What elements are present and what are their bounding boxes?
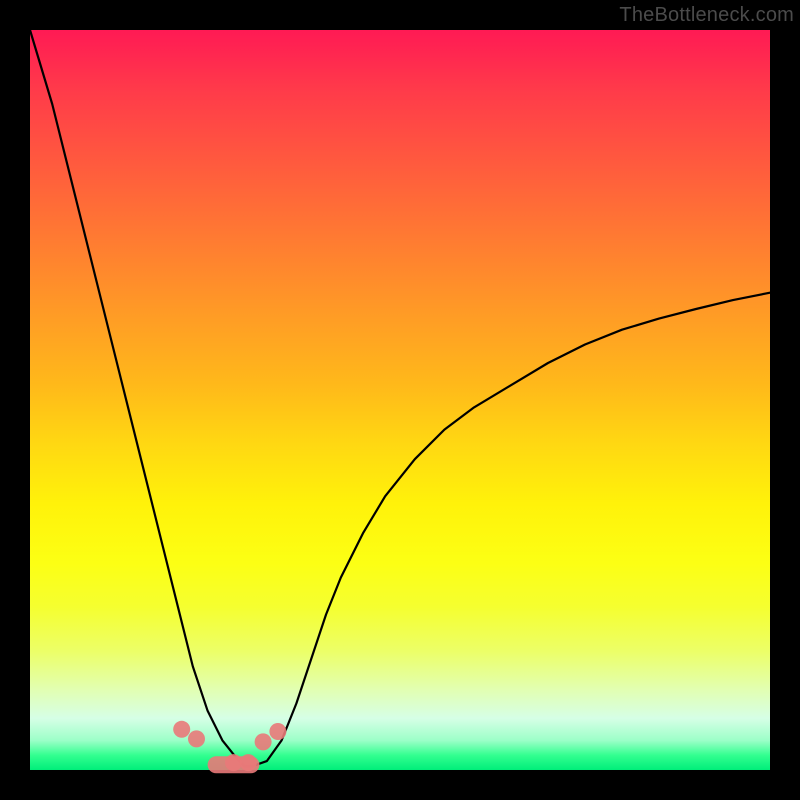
data-marker — [269, 723, 286, 740]
data-marker — [255, 733, 272, 750]
curve-layer — [0, 0, 800, 800]
data-marker — [225, 754, 242, 771]
curve-path — [30, 30, 770, 766]
data-marker — [188, 730, 205, 747]
data-marker — [173, 721, 190, 738]
chart-container: TheBottleneck.com — [0, 0, 800, 800]
data-marker — [240, 754, 257, 771]
